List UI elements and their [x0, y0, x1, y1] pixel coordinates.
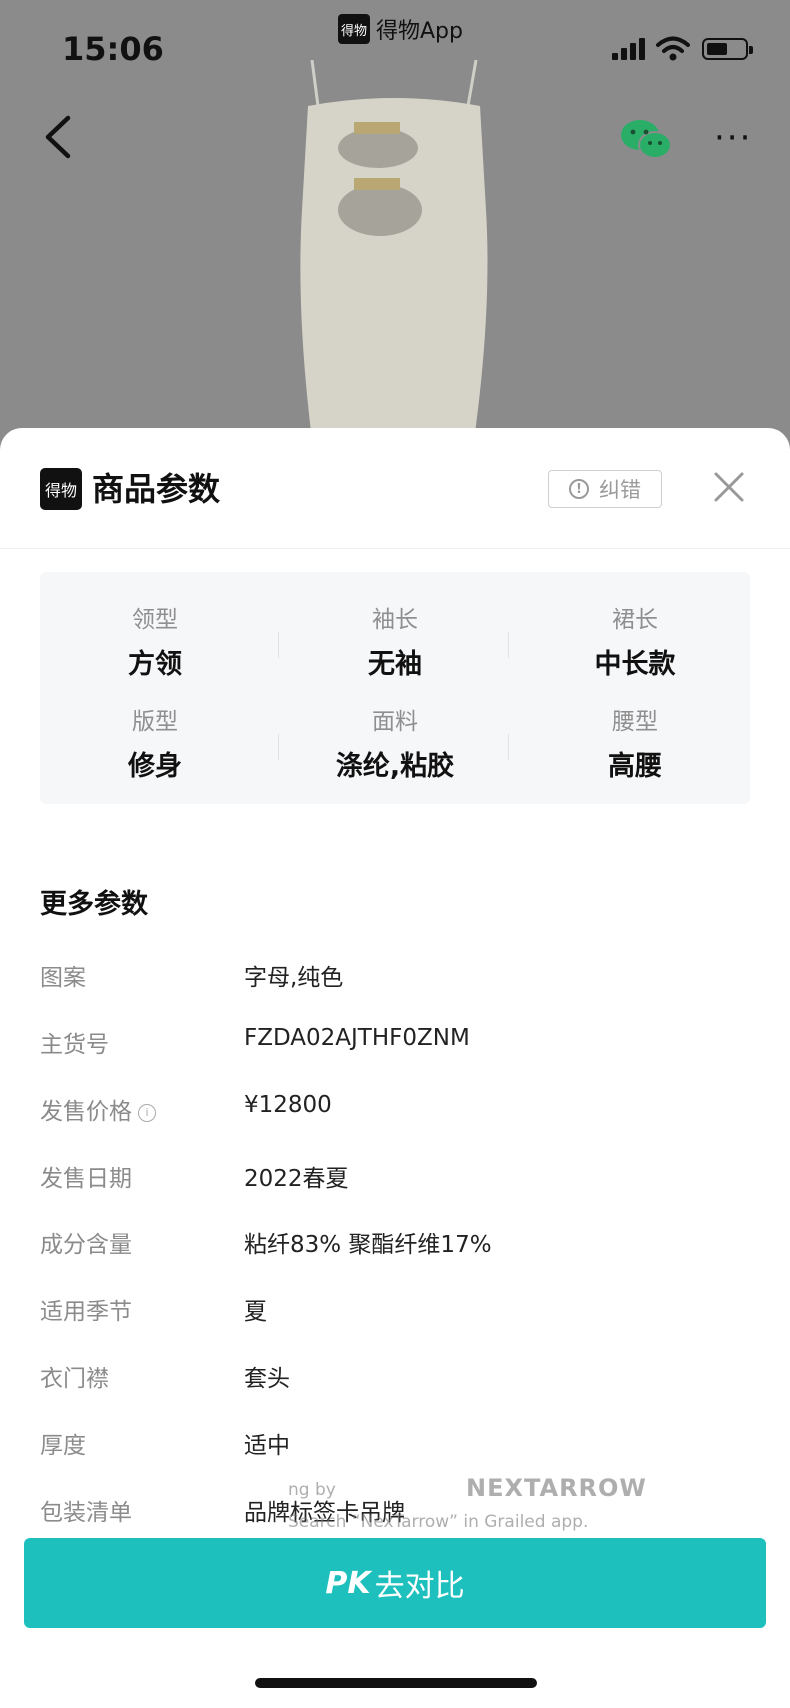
param-cell: 腰型 高腰 [520, 702, 750, 783]
param-value: 修身 [128, 751, 182, 782]
param-row-value: 适中 [244, 1433, 290, 1459]
column-divider [278, 734, 279, 760]
brand-logo-icon: 得物 [40, 468, 82, 510]
param-value: 涤纶,粘胶 [335, 751, 455, 782]
param-row-key: 发售日期 [40, 1166, 132, 1192]
param-label: 腰型 [612, 709, 658, 735]
param-value: 方领 [128, 649, 182, 680]
param-row: 图案 字母,纯色 [40, 958, 740, 998]
param-cell: 领型 方领 [40, 600, 270, 681]
watermark-line1: ng by [288, 1480, 336, 1500]
param-row-key: 包装清单 [40, 1500, 132, 1526]
app-name: 得物App [376, 19, 463, 44]
status-time: 15:06 [62, 30, 164, 68]
param-label: 版型 [132, 709, 178, 735]
param-row: 成分含量 粘纤83% 聚酯纤维17% [40, 1225, 740, 1265]
pk-compare-button[interactable]: PK 去对比 [24, 1538, 766, 1628]
product-dress-image [300, 60, 488, 440]
param-row-value: FZDA02AJTHF0ZNM [244, 1025, 470, 1051]
more-menu-icon[interactable]: ··· [714, 118, 752, 158]
param-row-key: 成分含量 [40, 1232, 132, 1258]
home-indicator [255, 1678, 537, 1688]
param-label: 领型 [132, 607, 178, 633]
param-row-value: 粘纤83% 聚酯纤维17% [244, 1232, 492, 1258]
watermark-brand: NEXTARROW [466, 1474, 647, 1502]
param-cell: 面料 涤纶,粘胶 [280, 702, 510, 783]
param-row: 厚度 适中 [40, 1426, 740, 1466]
watermark: ng by NEXTARROW Search “NexTarrow” in Gr… [288, 1474, 646, 1540]
param-row-key: 厚度 [40, 1433, 86, 1459]
info-icon[interactable]: i [138, 1103, 156, 1122]
column-divider [278, 632, 279, 658]
back-chevron-icon[interactable] [40, 112, 80, 162]
close-icon[interactable] [712, 470, 746, 504]
param-row-key: 适用季节 [40, 1299, 132, 1325]
param-label: 面料 [372, 709, 418, 735]
cellular-signal-icon [612, 38, 645, 60]
param-row-value: ¥12800 [244, 1092, 332, 1118]
param-row: 衣门襟 套头 [40, 1359, 740, 1399]
status-bar: 15:06 得物 得物App [0, 0, 790, 100]
param-value: 无袖 [368, 649, 422, 680]
param-cell: 袖长 无袖 [280, 600, 510, 681]
sheet-header: 得物 商品参数 ! 纠错 [0, 428, 790, 549]
key-params-grid: 领型 方领 袖长 无袖 裙长 中长款 版型 修身 面料 涤纶,粘胶 腰型 高腰 [40, 572, 750, 804]
param-row-value: 套头 [244, 1366, 290, 1392]
param-row: 适用季节 夏 [40, 1292, 740, 1332]
watermark-line2: Search “NexTarrow” in Grailed app. [288, 1512, 589, 1532]
compare-label: 去对比 [374, 1569, 465, 1604]
column-divider [508, 632, 509, 658]
column-divider [508, 734, 509, 760]
param-row: 发售价格 i ¥12800 [40, 1092, 740, 1132]
param-row-key-with-info: 发售价格 i [40, 1092, 156, 1126]
param-row-value: 夏 [244, 1299, 267, 1325]
exclamation-icon: ! [569, 479, 589, 499]
report-error-label: 纠错 [599, 478, 641, 502]
param-row-key: 主货号 [40, 1032, 109, 1058]
report-error-button[interactable]: ! 纠错 [548, 470, 662, 508]
sheet-title: 商品参数 [92, 470, 221, 508]
param-cell: 版型 修身 [40, 702, 270, 783]
param-row-key: 发售价格 [40, 1099, 132, 1125]
param-value: 中长款 [594, 649, 676, 680]
wechat-share-icon[interactable] [620, 118, 672, 162]
param-row-value: 2022春夏 [244, 1166, 349, 1192]
wifi-icon [656, 36, 690, 61]
app-badge: 得物 得物App [338, 12, 463, 46]
param-cell: 裙长 中长款 [520, 600, 750, 681]
param-label: 袖长 [372, 607, 418, 633]
param-row-key: 图案 [40, 965, 86, 991]
app-logo-icon: 得物 [338, 14, 370, 44]
battery-icon [702, 38, 753, 60]
param-row-value: 字母,纯色 [244, 965, 344, 991]
param-value: 高腰 [608, 751, 662, 782]
pk-label: PK [325, 1565, 371, 1601]
more-params-title: 更多参数 [40, 889, 148, 920]
param-row: 发售日期 2022春夏 [40, 1159, 740, 1199]
param-label: 裙长 [612, 607, 658, 633]
param-row: 主货号 FZDA02AJTHF0ZNM [40, 1025, 740, 1065]
param-row-key: 衣门襟 [40, 1366, 109, 1392]
